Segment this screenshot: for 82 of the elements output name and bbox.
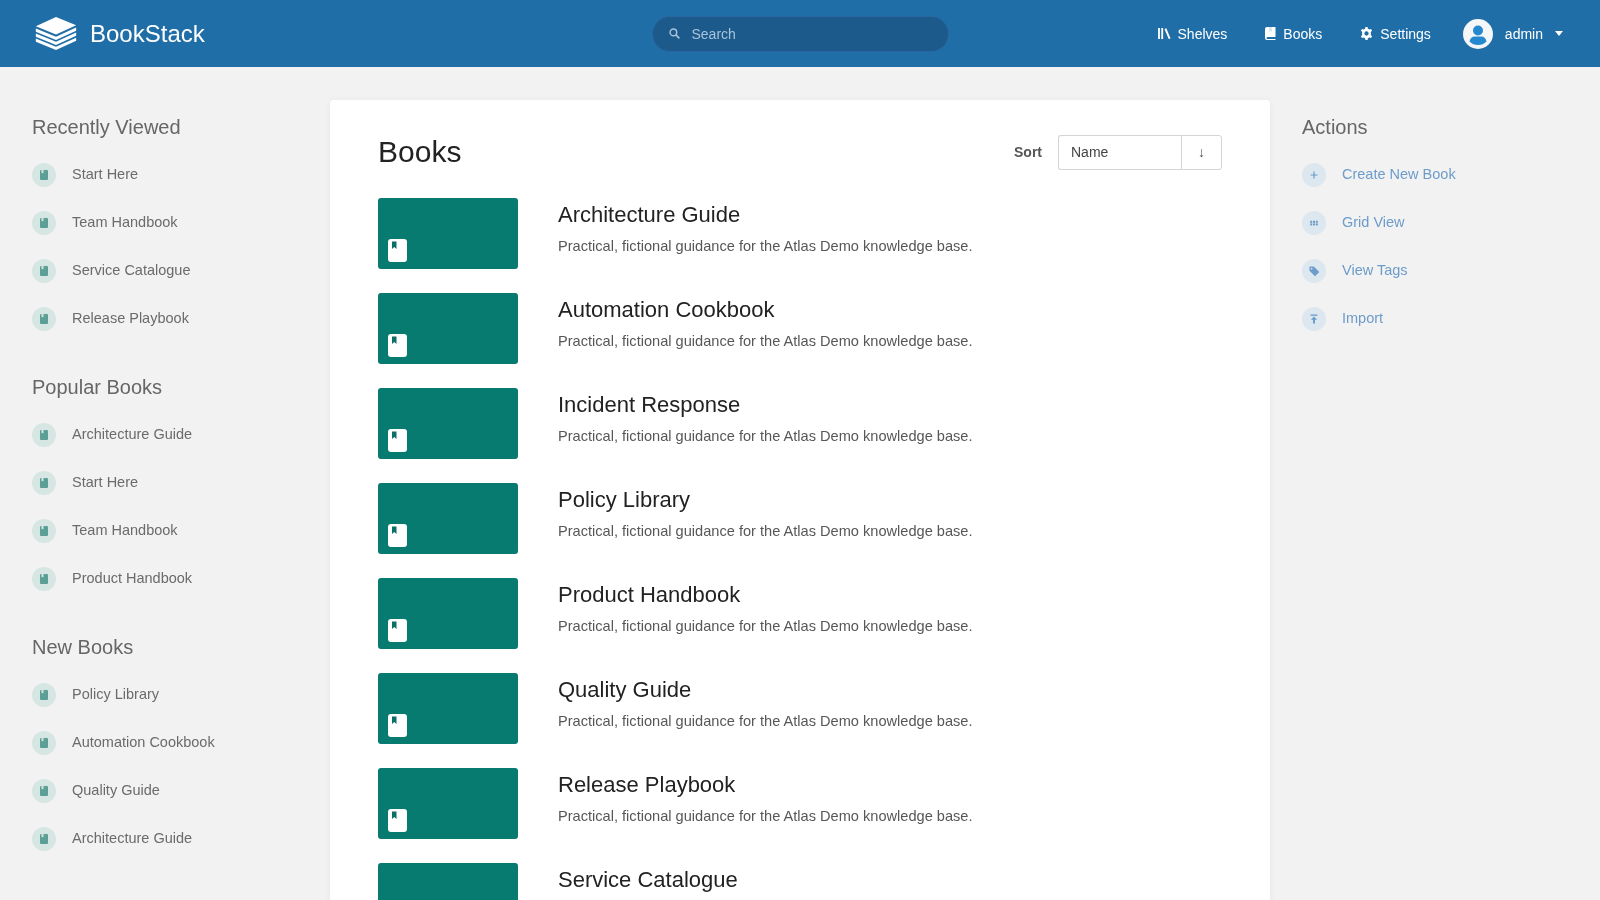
book-icon <box>32 163 56 187</box>
sidebar-book-link[interactable]: Quality Guide <box>32 767 314 815</box>
action-link[interactable]: Create New Book <box>1302 151 1584 199</box>
action-link[interactable]: View Tags <box>1302 247 1584 295</box>
book-icon <box>32 471 56 495</box>
sidebar-heading: Popular Books <box>32 375 164 400</box>
book-description: Practical, fictional guidance for the Atlas Demo knowledge base. <box>558 807 973 826</box>
book-description: Practical, fictional guidance for the Atlas Demo knowledge base. <box>558 522 973 541</box>
book-title-link[interactable]: Service Catalogue <box>558 866 738 894</box>
sidebar-book-link[interactable]: Automation Cookbook <box>32 719 314 767</box>
book-icon <box>388 239 407 262</box>
book-cover[interactable] <box>378 388 518 459</box>
page-title: Books <box>378 134 462 170</box>
book-title-link[interactable]: Architecture Guide <box>558 201 973 229</box>
book-cover[interactable] <box>378 768 518 839</box>
book-icon <box>32 259 56 283</box>
book-icon <box>388 429 407 452</box>
book-title-link[interactable]: Release Playbook <box>558 771 973 799</box>
sidebar-book-link[interactable]: Architecture Guide <box>32 411 314 459</box>
book-cover[interactable] <box>378 198 518 269</box>
sidebar-book-link[interactable]: Start Here <box>32 151 314 199</box>
book-title-link[interactable]: Automation Cookbook <box>558 296 973 324</box>
caret-down-icon <box>1555 31 1563 36</box>
nav-link[interactable]: Books <box>1253 15 1335 52</box>
book-title-link[interactable]: Incident Response <box>558 391 973 419</box>
book-icon <box>32 211 56 235</box>
book-icon <box>388 809 407 832</box>
stacked-books-icon <box>34 16 78 51</box>
book-icon <box>388 714 407 737</box>
book-icon <box>32 423 56 447</box>
book-icon <box>388 524 407 547</box>
book-icon <box>388 619 407 642</box>
upload-icon <box>1302 307 1326 331</box>
bookshelf-icon <box>1157 28 1171 39</box>
book-description: Practical, fictional guidance for the Atlas Demo knowledge base. <box>558 237 973 256</box>
settings-icon <box>1360 27 1374 40</box>
book-title-link[interactable]: Policy Library <box>558 486 973 514</box>
sidebar-book-link[interactable]: Architecture Guide <box>32 815 314 863</box>
sidebar-heading: New Books <box>32 635 135 660</box>
sort-label: Sort <box>1014 143 1042 162</box>
book-icon <box>32 779 56 803</box>
sort-direction-button[interactable]: ↓ <box>1181 134 1222 170</box>
book-description: Practical, fictional guidance for the Atlas Demo knowledge base. <box>558 712 973 731</box>
actions-heading: Actions <box>1302 115 1369 140</box>
book-icon <box>32 519 56 543</box>
book-cover[interactable] <box>378 293 518 364</box>
user-avatar-icon <box>1462 18 1493 49</box>
tag-icon <box>1302 259 1326 283</box>
app-logo-link[interactable]: BookStack <box>34 16 205 51</box>
nav-link[interactable]: Settings <box>1348 15 1443 52</box>
plus-icon <box>1302 163 1326 187</box>
book-icon <box>1265 27 1277 40</box>
book-icon <box>32 683 56 707</box>
nav-link[interactable]: Shelves <box>1145 15 1240 52</box>
book-icon <box>388 334 407 357</box>
search-icon <box>668 27 680 39</box>
grid-icon <box>1302 211 1326 235</box>
book-icon <box>32 827 56 851</box>
book-cover[interactable] <box>378 483 518 554</box>
book-description: Practical, fictional guidance for the Atlas Demo knowledge base. <box>558 332 973 351</box>
sidebar-book-link[interactable]: Service Catalogue <box>32 247 314 295</box>
search-field[interactable]: Search <box>651 15 949 52</box>
sidebar-book-link[interactable]: Team Handbook <box>32 507 314 555</box>
book-icon <box>32 731 56 755</box>
sidebar-book-link[interactable]: Release Playbook <box>32 295 314 343</box>
book-description: Practical, fictional guidance for the Atlas Demo knowledge base. <box>558 427 973 446</box>
book-cover[interactable] <box>378 578 518 649</box>
book-title-link[interactable]: Quality Guide <box>558 676 973 704</box>
sidebar-heading: Recently Viewed <box>32 115 182 140</box>
sidebar-book-link[interactable]: Policy Library <box>32 671 314 719</box>
user-menu-button[interactable]: admin <box>1456 14 1566 53</box>
sort-select[interactable]: Name <box>1058 134 1181 170</box>
sidebar-book-link[interactable]: Start Here <box>32 459 314 507</box>
sidebar-book-link[interactable]: Team Handbook <box>32 199 314 247</box>
book-cover[interactable] <box>378 673 518 744</box>
action-link[interactable]: Import <box>1302 295 1584 343</box>
sidebar-book-link[interactable]: Product Handbook <box>32 555 314 603</box>
action-link[interactable]: Grid View <box>1302 199 1584 247</box>
book-title-link[interactable]: Product Handbook <box>558 581 973 609</box>
book-icon <box>32 307 56 331</box>
book-description: Practical, fictional guidance for the Atlas Demo knowledge base. <box>558 617 973 636</box>
book-icon <box>32 567 56 591</box>
